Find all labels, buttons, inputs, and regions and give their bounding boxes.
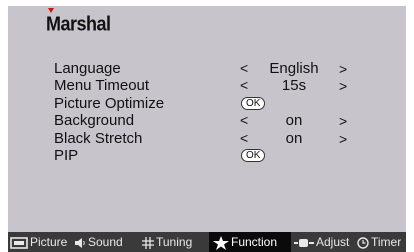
decrease-arrow[interactable]: <	[240, 77, 248, 94]
menu-item-black-stretch[interactable]: Black Stretch < on >	[54, 130, 404, 147]
decrease-arrow[interactable]: <	[240, 130, 248, 147]
decrease-arrow[interactable]: <	[240, 112, 248, 129]
tab-label: Sound	[88, 235, 123, 249]
menu-item-label: Picture Optimize	[54, 94, 165, 112]
increase-arrow[interactable]: >	[339, 113, 347, 130]
ok-button[interactable]: OK	[241, 96, 266, 110]
menu-item-picture-optimize[interactable]: Picture Optimize OK	[54, 95, 404, 112]
tab-function[interactable]: Function	[209, 232, 291, 252]
tab-label: Timer	[371, 235, 402, 249]
menu-item-label: Language	[54, 60, 121, 77]
clock-icon	[357, 237, 369, 249]
language-value: English	[269, 60, 319, 77]
increase-arrow[interactable]: >	[339, 131, 347, 148]
tab-adjust[interactable]: Adjust	[294, 232, 349, 252]
increase-arrow[interactable]: >	[339, 78, 347, 95]
brand-logo: Marshal	[46, 12, 111, 35]
tab-label: Adjust	[316, 235, 350, 249]
menu-item-label: Black Stretch	[54, 129, 143, 147]
tab-timer[interactable]: Timer	[357, 232, 401, 252]
black-stretch-value: on	[285, 129, 303, 147]
menu-item-background[interactable]: Background < on >	[54, 112, 404, 129]
increase-arrow[interactable]: >	[339, 61, 347, 78]
menu-item-label: Background	[54, 112, 135, 130]
menu-tab-bar: Picture Sound Tuning Function Adjust Tim	[8, 232, 406, 252]
menu-timeout-value: 15s	[281, 77, 307, 95]
tab-label: Tuning	[156, 235, 193, 249]
slider-icon	[294, 238, 314, 248]
menu-item-label: PIP	[54, 146, 79, 164]
picture-icon	[10, 237, 28, 249]
menu-item-menu-timeout[interactable]: Menu Timeout < 15s >	[54, 77, 404, 94]
menu-item-label: Menu Timeout	[54, 77, 150, 95]
tab-picture[interactable]: Picture	[10, 232, 67, 252]
decrease-arrow[interactable]: <	[240, 60, 248, 77]
menu-item-language[interactable]: Language < English >	[54, 60, 404, 77]
function-menu: Language < English > Menu Timeout < 15s …	[54, 60, 404, 164]
menu-item-pip[interactable]: PIP OK	[54, 147, 404, 164]
ok-button[interactable]: OK	[241, 148, 266, 162]
background-value: on	[285, 112, 303, 130]
speaker-icon	[74, 237, 86, 249]
star-icon	[213, 235, 229, 250]
grid-icon	[142, 236, 154, 249]
tab-label: Picture	[30, 235, 68, 249]
tab-label: Function	[231, 235, 278, 249]
tab-sound[interactable]: Sound	[74, 232, 123, 252]
osd-menu-screen: Marshal Language < English > Menu Timeou…	[8, 6, 406, 252]
tab-tuning[interactable]: Tuning	[142, 232, 192, 252]
